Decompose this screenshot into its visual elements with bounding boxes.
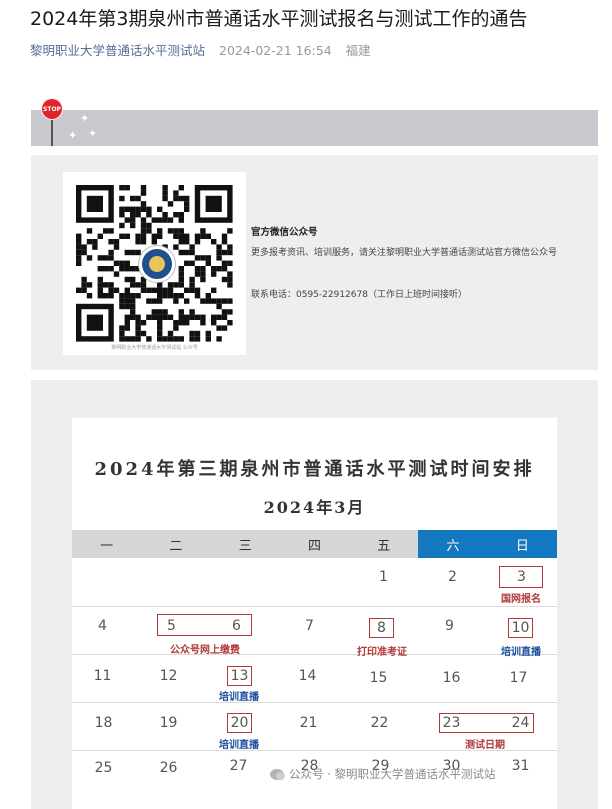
publish-time: 2024-02-21 16:54 xyxy=(219,43,332,58)
calendar-day: 7 xyxy=(305,618,314,634)
calendar-title: 2024年第三期泉州市普通话水平测试时间安排 xyxy=(94,459,535,480)
calendar-day: 6 xyxy=(232,618,241,634)
calendar-day: 22 xyxy=(370,715,389,731)
calendar-day: 5 xyxy=(167,618,176,634)
stop-sign-pole xyxy=(51,120,53,146)
calendar-day: 11 xyxy=(93,668,112,684)
account-link[interactable]: 黎明职业大学普通话水平测试站 xyxy=(30,43,205,58)
calendar-day: 10 xyxy=(511,620,530,636)
weekday-tue: 二 xyxy=(141,530,211,558)
wechat-icon xyxy=(270,768,285,780)
qr-caption: 黎明职业大学普通话水平测试站 公众号 xyxy=(111,345,198,351)
watermark-text: 公众号 · 黎明职业大学普通话水平测试站 xyxy=(289,767,496,781)
calendar-day: 20 xyxy=(230,715,249,731)
publish-location: 福建 xyxy=(345,43,371,58)
decorative-banner xyxy=(31,110,598,146)
watermark: 公众号 · 黎明职业大学普通话水平测试站 xyxy=(270,766,495,782)
calendar-day: 18 xyxy=(94,715,113,731)
calendar-day: 9 xyxy=(445,618,454,634)
sparkle-icon: ✦ xyxy=(88,127,98,140)
calendar-day: 16 xyxy=(442,670,461,686)
article-title: 2024年第3期泉州市普通话水平测试报名与测试工作的通告 xyxy=(30,8,528,30)
calendar-day: 23 xyxy=(442,715,461,731)
calendar-day: 15 xyxy=(369,670,388,686)
calendar-day: 2 xyxy=(448,569,457,585)
schedule-calendar: 2024年第三期泉州市普通话水平测试时间安排 2024年3月 一 二 三 四 五… xyxy=(72,418,557,809)
weekday-thu: 四 xyxy=(279,530,350,558)
note-peixun: 培训直播 xyxy=(501,647,541,658)
calendar-day: 25 xyxy=(94,760,113,776)
weekday-wed: 三 xyxy=(210,530,280,558)
calendar-day: 21 xyxy=(299,715,318,731)
calendar-month: 2024年3月 xyxy=(263,498,366,517)
calendar-day: 1 xyxy=(379,569,388,585)
calendar-day: 31 xyxy=(511,758,530,774)
note-jiaofei: 公众号网上缴费 xyxy=(170,645,240,656)
weekday-sat: 六 xyxy=(418,530,488,558)
calendar-day: 19 xyxy=(159,715,178,731)
calendar-day: 8 xyxy=(377,620,386,636)
wechat-description: 更多报考资讯、培训服务，请关注黎明职业大学普通话测试站官方微信公众号 xyxy=(251,248,558,258)
calendar-day: 14 xyxy=(298,668,317,684)
sparkle-icon: ✦ xyxy=(80,112,90,125)
wechat-title: 官方微信公众号 xyxy=(251,227,318,238)
calendar-day: 27 xyxy=(229,758,248,774)
stop-sign-icon: STOP xyxy=(41,98,63,120)
school-logo-icon xyxy=(139,246,175,282)
row-divider xyxy=(72,654,557,655)
calendar-day: 4 xyxy=(98,618,107,634)
calendar-day: 24 xyxy=(511,715,530,731)
calendar-day: 3 xyxy=(517,569,526,585)
note-guowang: 国网报名 xyxy=(501,594,541,605)
note-dayin: 打印准考证 xyxy=(357,647,407,658)
article-meta: 黎明职业大学普通话水平测试站 2024-02-21 16:54 福建 xyxy=(30,40,371,59)
calendar-day: 12 xyxy=(159,668,178,684)
sparkle-icon: ✦ xyxy=(68,129,78,142)
weekday-mon: 一 xyxy=(72,530,142,558)
weekday-header: 一 二 三 四 五 六 日 xyxy=(72,530,557,558)
row-divider xyxy=(72,702,557,703)
contact-phone: 联系电话：0595-22912678（工作日上班时间接听） xyxy=(251,290,467,300)
weekday-fri: 五 xyxy=(349,530,419,558)
note-ceshi: 测试日期 xyxy=(465,740,505,751)
note-peixun: 培训直播 xyxy=(219,692,259,703)
row-divider xyxy=(72,606,557,607)
qr-code[interactable]: 黎明职业大学普通话水平测试站 公众号 xyxy=(63,172,246,355)
calendar-day: 26 xyxy=(159,760,178,776)
weekday-sun: 日 xyxy=(487,530,557,558)
note-peixun: 培训直播 xyxy=(219,740,259,751)
calendar-day: 13 xyxy=(230,668,249,684)
calendar-day: 17 xyxy=(509,670,528,686)
